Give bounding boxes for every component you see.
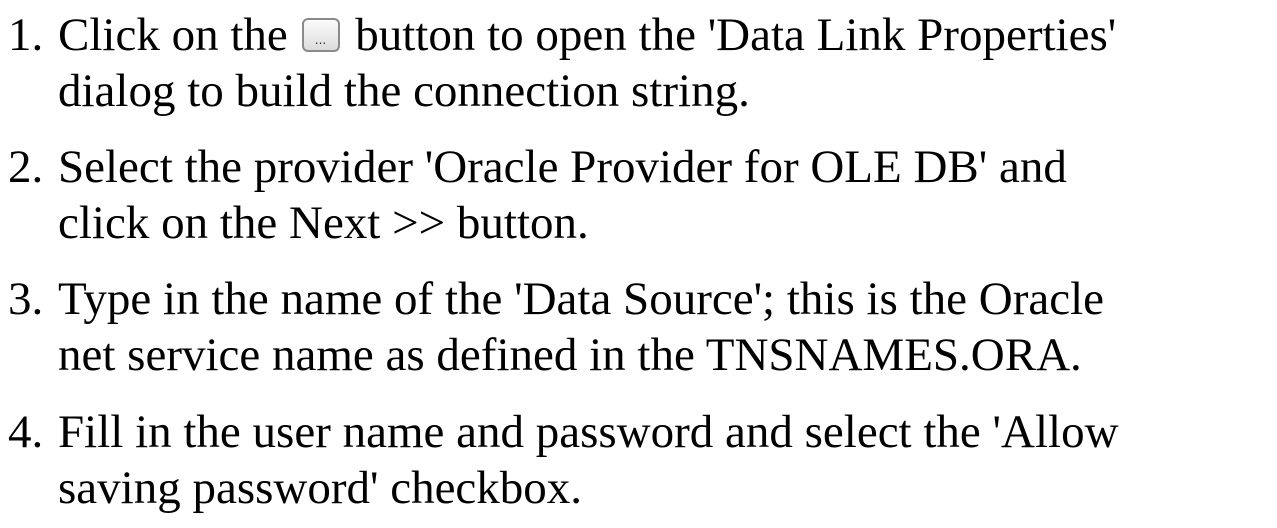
step-number: 4. [8,406,44,458]
step-1-line-1: Click on the ... button to open the 'Dat… [58,7,1116,63]
ellipsis-button-icon: ... [301,18,340,52]
step-3-line-1: Type in the name of the 'Data Source'; t… [58,273,1105,325]
step-1-line-2: dialog to build the connection string. [58,65,750,117]
step-number: 3. [8,273,44,325]
step-2-line-1: Select the provider 'Oracle Provider for… [58,141,1067,193]
step-2: 2. Select the provider 'Oracle Provider … [0,139,1067,251]
step-1-text-before-button: Click on the [58,9,288,61]
step-1: 1. Click on the ... button to open the '… [0,7,1116,119]
step-1-text-after-button: button to open the 'Data Link Properties… [355,9,1117,61]
ellipsis-dots: ... [314,33,327,47]
step-3: 3. Type in the name of the 'Data Source'… [0,271,1104,383]
step-3-line-2: net service name as defined in the TNSNA… [58,329,1082,381]
step-4: 4. Fill in the user name and password an… [0,404,1119,516]
step-4-line-1: Fill in the user name and password and s… [58,406,1119,458]
step-number: 1. [8,9,44,61]
step-number: 2. [8,141,44,193]
step-2-line-2: click on the Next >> button. [58,197,589,249]
step-4-line-2: saving password' checkbox. [58,462,583,514]
